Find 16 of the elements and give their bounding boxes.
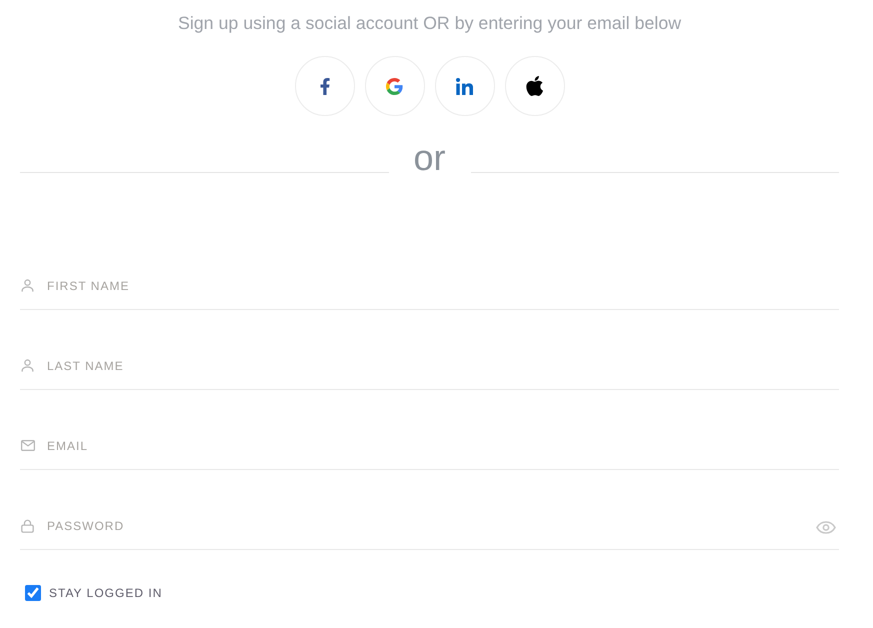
input-field[interactable]: FIRST NAME [20,269,839,310]
mail-icon [21,440,35,451]
lock-icon [21,519,34,533]
apple-logo-icon [526,76,543,96]
linkedin-logo-icon [456,78,473,94]
input-field[interactable]: EMAIL [20,429,839,470]
divider-label: or [412,138,447,178]
person-icon [21,359,34,372]
facebook-logo-icon [320,78,330,94]
input-field[interactable]: PASSWORD [20,509,839,550]
checkbox-label: STAY LOGGED IN [49,585,162,602]
input-field[interactable]: LAST NAME [20,349,839,390]
signup-instructions: Sign up using a social account OR by entering your email below [178,12,682,35]
stay-logged-in-checkbox[interactable] [25,585,41,601]
google-logo-icon [386,78,403,94]
person-icon [21,279,34,292]
